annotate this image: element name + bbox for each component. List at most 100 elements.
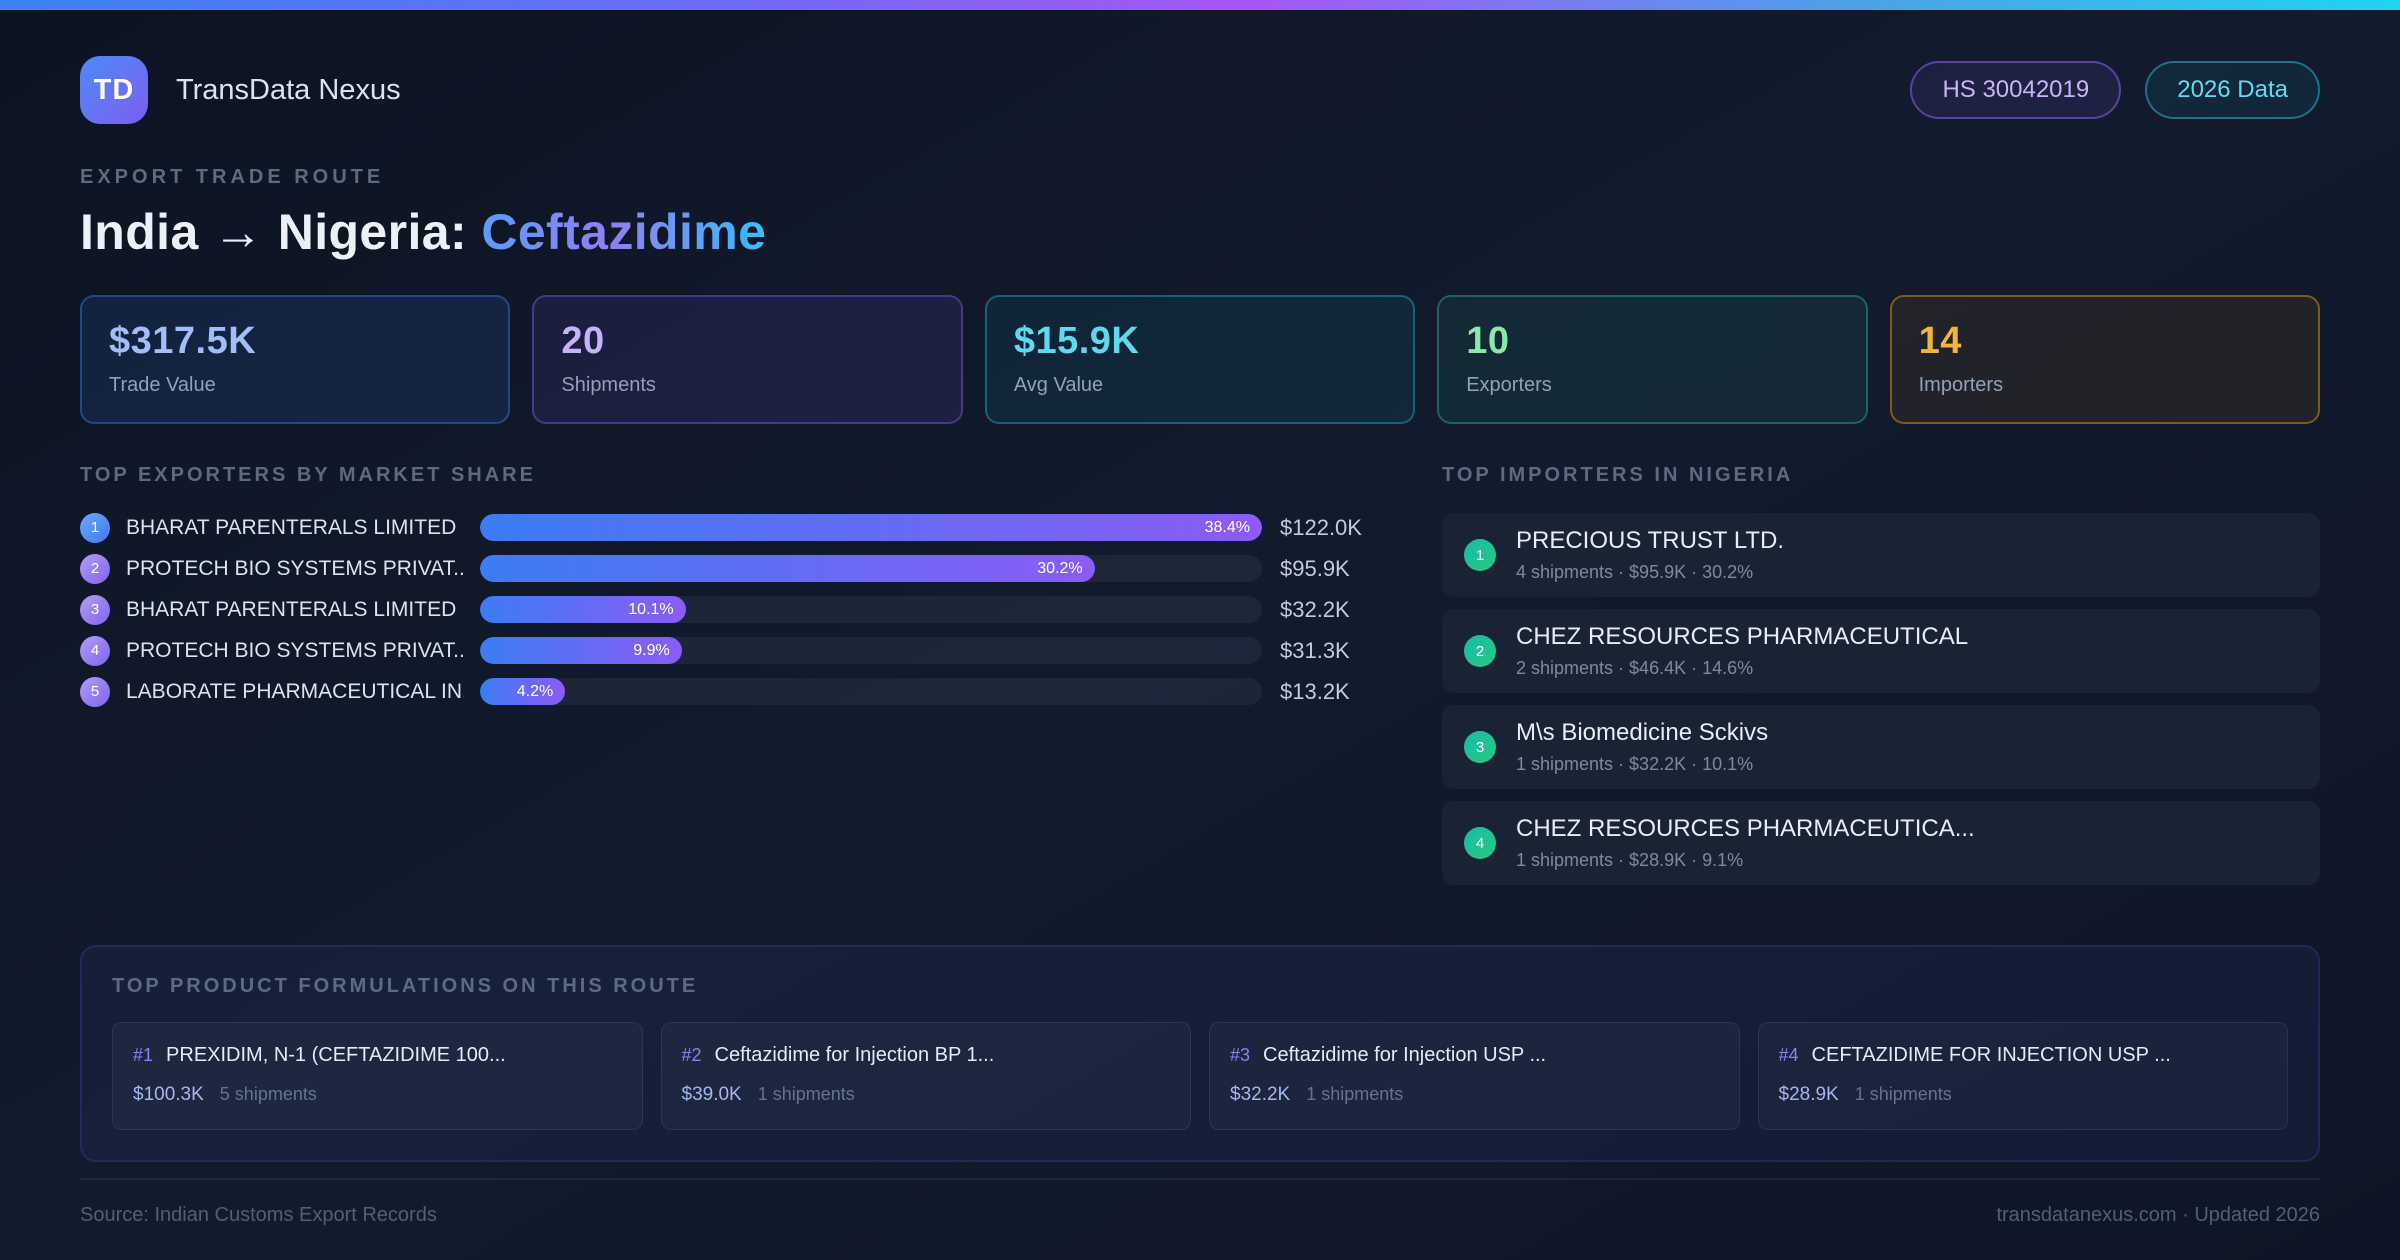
formulation-meta-line: $100.3K 5 shipments	[133, 1084, 622, 1106]
market-share-bar-track: 10.1%	[480, 596, 1262, 623]
formulation-rank: #1	[133, 1045, 154, 1065]
formulation-card[interactable]: #4 CEFTAZIDIME FOR INJECTION USP ... $28…	[1757, 1022, 2288, 1130]
importers-heading: TOP IMPORTERS IN NIGERIA	[1442, 464, 1794, 486]
formulation-card[interactable]: #3 Ceftazidime for Injection USP ... $32…	[1209, 1022, 1740, 1130]
exporters-section: TOP EXPORTERS BY MARKET SHARE 1 BHARAT P…	[80, 464, 1380, 718]
rank-badge: 3	[80, 594, 110, 625]
exporter-name: BHARAT PARENTERALS LIMITED	[126, 515, 457, 539]
exporter-row[interactable]: 4 PROTECH BIO SYSTEMS PRIVAT... 9.9% $31…	[80, 635, 1380, 666]
formulation-cards-row: #1 PREXIDIM, N-1 (CEFTAZIDIME 100... $10…	[112, 1022, 2288, 1130]
rank-badge: 3	[1464, 731, 1496, 763]
exporter-value: $122.0K	[1280, 514, 1362, 540]
destination-country: Nigeria:	[277, 204, 468, 260]
app-header: TD TransData Nexus HS 30042019 2026 Data	[80, 56, 2320, 124]
formulation-shipments: 1 shipments	[1306, 1084, 1404, 1104]
market-share-bar-fill: 9.9%	[480, 637, 682, 664]
exporter-row[interactable]: 5 LABORATE PHARMACEUTICAL IN... 4.2% $13…	[80, 676, 1380, 707]
market-share-percent: 4.2%	[516, 682, 554, 700]
stat-value: 10	[1466, 320, 1510, 362]
formulation-title-line: #3 Ceftazidime for Injection USP ...	[1230, 1044, 1719, 1067]
importer-card[interactable]: 4 CHEZ RESOURCES PHARMACEUTICA... 1 ship…	[1442, 801, 2320, 885]
market-share-bar-track: 30.2%	[480, 555, 1262, 582]
exporters-heading: TOP EXPORTERS BY MARKET SHARE	[80, 464, 536, 486]
data-year-badge[interactable]: 2026 Data	[2145, 61, 2320, 119]
page-container: TD TransData Nexus HS 30042019 2026 Data…	[0, 10, 2400, 1227]
importer-meta: 4 shipments · $95.9K · 30.2%	[1516, 562, 1754, 582]
stat-label: Trade Value	[109, 374, 216, 396]
exporter-value: $95.9K	[1280, 555, 1350, 581]
exporter-value: $31.3K	[1280, 637, 1350, 663]
formulation-name: CEFTAZIDIME FOR INJECTION USP ...	[1811, 1044, 2171, 1066]
formulation-shipments: 1 shipments	[757, 1084, 855, 1104]
formulation-meta-line: $39.0K 1 shipments	[682, 1084, 1171, 1106]
exporter-name: PROTECH BIO SYSTEMS PRIVAT...	[126, 638, 464, 662]
exporter-row[interactable]: 3 BHARAT PARENTERALS LIMITED 10.1% $32.2…	[80, 594, 1380, 625]
formulation-meta-line: $28.9K 1 shipments	[1779, 1084, 2268, 1106]
formulation-value: $39.0K	[681, 1084, 742, 1105]
stat-card-exporters: 10 Exporters	[1437, 295, 1868, 424]
header-badges: HS 30042019 2026 Data	[1910, 61, 2320, 119]
importers-section: TOP IMPORTERS IN NIGERIA 1 PRECIOUS TRUS…	[1442, 464, 2320, 897]
formulation-rank: #2	[681, 1045, 702, 1065]
market-share-bar-fill: 30.2%	[480, 555, 1095, 582]
exporter-row[interactable]: 2 PROTECH BIO SYSTEMS PRIVAT... 30.2% $9…	[80, 553, 1380, 584]
importer-meta: 2 shipments · $46.4K · 14.6%	[1516, 658, 1754, 678]
formulation-value: $28.9K	[1778, 1084, 1839, 1105]
market-share-percent: 38.4%	[1204, 518, 1250, 536]
market-share-bar-fill: 38.4%	[480, 514, 1262, 541]
app-name: TransData Nexus	[176, 73, 401, 106]
formulation-shipments: 1 shipments	[1854, 1084, 1952, 1104]
exporter-row[interactable]: 1 BHARAT PARENTERALS LIMITED 38.4% $122.…	[80, 512, 1380, 543]
formulation-title-line: #4 CEFTAZIDIME FOR INJECTION USP ...	[1779, 1044, 2268, 1067]
market-share-percent: 9.9%	[633, 641, 670, 659]
stat-card-avg-value: $15.9K Avg Value	[984, 295, 1416, 424]
formulations-panel: TOP PRODUCT FORMULATIONS ON THIS ROUTE #…	[80, 945, 2320, 1162]
importer-name: PRECIOUS TRUST LTD.	[1516, 527, 1785, 554]
market-share-bar-fill: 10.1%	[480, 596, 686, 623]
arrow-right-icon: →	[212, 204, 264, 260]
importer-name: M\s Biomedicine Sckivs	[1516, 719, 1769, 746]
footer-source: Source: Indian Customs Export Records	[80, 1204, 437, 1226]
market-share-bar-fill: 4.2%	[480, 678, 566, 705]
importer-name: CHEZ RESOURCES PHARMACEUTICAL	[1516, 623, 1969, 650]
rank-badge: 1	[80, 512, 110, 543]
rank-badge: 1	[1464, 539, 1496, 571]
importer-card[interactable]: 2 CHEZ RESOURCES PHARMACEUTICAL 2 shipme…	[1442, 609, 2320, 693]
market-share-percent: 10.1%	[628, 600, 674, 618]
rank-badge: 4	[1464, 827, 1496, 859]
formulation-card[interactable]: #1 PREXIDIM, N-1 (CEFTAZIDIME 100... $10…	[112, 1022, 643, 1130]
hs-code-badge[interactable]: HS 30042019	[1910, 61, 2122, 119]
importer-card[interactable]: 3 M\s Biomedicine Sckivs 1 shipments · $…	[1442, 705, 2320, 789]
stat-label: Exporters	[1466, 374, 1552, 396]
importer-text: CHEZ RESOURCES PHARMACEUTICA... 1 shipme…	[1516, 815, 1975, 871]
market-share-percent: 30.2%	[1037, 559, 1083, 577]
market-share-bar-track: 9.9%	[480, 637, 1262, 664]
importer-text: PRECIOUS TRUST LTD. 4 shipments · $95.9K…	[1516, 527, 1784, 583]
formulation-name: PREXIDIM, N-1 (CEFTAZIDIME 100...	[166, 1044, 506, 1066]
footer-site: transdatanexus.com · Updated 2026	[1996, 1204, 2320, 1226]
brand: TD TransData Nexus	[80, 56, 401, 124]
formulation-rank: #4	[1778, 1045, 1799, 1065]
exporter-value: $13.2K	[1280, 678, 1350, 704]
importer-text: M\s Biomedicine Sckivs 1 shipments · $32…	[1516, 719, 1768, 775]
importer-card[interactable]: 1 PRECIOUS TRUST LTD. 4 shipments · $95.…	[1442, 513, 2320, 597]
rank-badge: 5	[80, 676, 110, 707]
formulation-card[interactable]: #2 Ceftazidime for Injection BP 1... $39…	[660, 1022, 1191, 1130]
formulation-shipments: 5 shipments	[219, 1084, 317, 1104]
market-share-bar-track: 4.2%	[480, 678, 1262, 705]
importer-name: CHEZ RESOURCES PHARMACEUTICA...	[1516, 815, 1975, 842]
main-columns: TOP EXPORTERS BY MARKET SHARE 1 BHARAT P…	[80, 464, 2320, 897]
stat-label: Importers	[1918, 374, 2004, 396]
exporter-value: $32.2K	[1280, 596, 1350, 622]
exporter-name: PROTECH BIO SYSTEMS PRIVAT...	[126, 556, 464, 580]
formulations-heading: TOP PRODUCT FORMULATIONS ON THIS ROUTE	[112, 975, 699, 997]
stat-label: Shipments	[561, 374, 656, 396]
stat-card-trade-value: $317.5K Trade Value	[80, 295, 511, 424]
formulation-name: Ceftazidime for Injection BP 1...	[714, 1044, 995, 1066]
formulation-name: Ceftazidime for Injection USP ...	[1263, 1044, 1547, 1066]
exporter-name: LABORATE PHARMACEUTICAL IN...	[126, 679, 464, 703]
importer-meta: 1 shipments · $32.2K · 10.1%	[1516, 754, 1754, 774]
market-share-bar-track: 38.4%	[480, 514, 1262, 541]
rank-badge: 4	[80, 635, 110, 666]
page-eyebrow: EXPORT TRADE ROUTE	[80, 166, 385, 188]
